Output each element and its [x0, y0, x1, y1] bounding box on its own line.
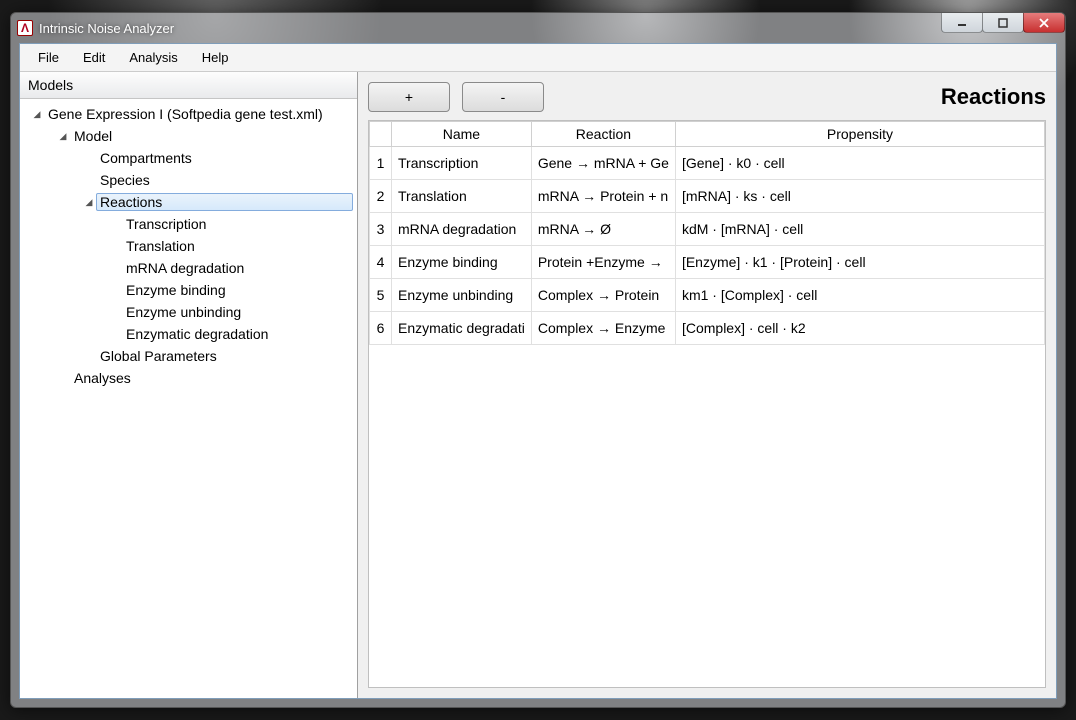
tree-model[interactable]: ◢ Model — [24, 125, 353, 147]
table-row[interactable]: 1TranscriptionGene → mRNA + Ge[Gene] · k… — [370, 147, 1045, 180]
close-button[interactable] — [1023, 13, 1065, 33]
main-panel: + - Reactions Name Reaction Propensity — [358, 72, 1056, 698]
row-number: 2 — [370, 180, 392, 213]
tree-label: Transcription — [122, 215, 210, 233]
tree-analyses[interactable]: Analyses — [24, 367, 353, 389]
cell-propensity[interactable]: [Enzyme] · k1 · [Protein] · cell — [675, 246, 1044, 279]
cell-reaction[interactable]: Complex → Protein — [531, 279, 675, 312]
tree-compartments[interactable]: Compartments — [24, 147, 353, 169]
row-number: 4 — [370, 246, 392, 279]
cell-name[interactable]: Enzyme binding — [392, 246, 532, 279]
collapse-icon[interactable]: ◢ — [56, 131, 70, 142]
cell-reaction[interactable]: Gene → mRNA + Ge — [531, 147, 675, 180]
collapse-icon[interactable]: ◢ — [82, 197, 96, 208]
table-row[interactable]: 3mRNA degradationmRNA → ØkdM · [mRNA] · … — [370, 213, 1045, 246]
tree-reaction-item[interactable]: Enzymatic degradation — [24, 323, 353, 345]
cell-name[interactable]: Enzymatic degradati — [392, 312, 532, 345]
cell-reaction[interactable]: Complex → Enzyme — [531, 312, 675, 345]
cell-propensity[interactable]: km1 · [Complex] · cell — [675, 279, 1044, 312]
table-row[interactable]: 4Enzyme bindingProtein +Enzyme →[Enzyme]… — [370, 246, 1045, 279]
main-header: + - Reactions — [368, 82, 1046, 112]
cell-name[interactable]: mRNA degradation — [392, 213, 532, 246]
model-tree[interactable]: ◢ Gene Expression I (Softpedia gene test… — [20, 99, 357, 698]
tree-root[interactable]: ◢ Gene Expression I (Softpedia gene test… — [24, 103, 353, 125]
cell-propensity[interactable]: kdM · [mRNA] · cell — [675, 213, 1044, 246]
maximize-icon — [998, 18, 1008, 28]
window-title: Intrinsic Noise Analyzer — [39, 21, 174, 36]
tree-label: Analyses — [70, 369, 135, 387]
tree-reaction-item[interactable]: Enzyme unbinding — [24, 301, 353, 323]
menu-bar: File Edit Analysis Help — [20, 44, 1056, 72]
cell-propensity[interactable]: [Complex] · cell · k2 — [675, 312, 1044, 345]
row-number: 1 — [370, 147, 392, 180]
tree-reaction-item[interactable]: Enzyme binding — [24, 279, 353, 301]
minimize-button[interactable] — [941, 13, 983, 33]
row-number: 5 — [370, 279, 392, 312]
side-panel: Models ◢ Gene Expression I (Softpedia ge… — [20, 72, 358, 698]
tree-label: Enzymatic degradation — [122, 325, 272, 343]
close-icon — [1039, 18, 1049, 28]
cell-propensity[interactable]: [mRNA] · ks · cell — [675, 180, 1044, 213]
table-row[interactable]: 2TranslationmRNA → Protein + n[mRNA] · k… — [370, 180, 1045, 213]
client-area: File Edit Analysis Help Models ◢ Gene Ex… — [19, 43, 1057, 699]
tree-label: Model — [70, 127, 116, 145]
app-icon: Λ — [17, 20, 33, 36]
tree-label: Compartments — [96, 149, 196, 167]
tree-reaction-item[interactable]: mRNA degradation — [24, 257, 353, 279]
tree-label: mRNA degradation — [122, 259, 248, 277]
cell-reaction[interactable]: Protein +Enzyme → — [531, 246, 675, 279]
col-propensity[interactable]: Propensity — [675, 122, 1044, 147]
row-number: 3 — [370, 213, 392, 246]
minimize-icon — [957, 18, 967, 28]
cell-name[interactable]: Translation — [392, 180, 532, 213]
title-bar[interactable]: Λ Intrinsic Noise Analyzer — [11, 13, 1065, 43]
cell-name[interactable]: Enzyme unbinding — [392, 279, 532, 312]
page-title: Reactions — [941, 84, 1046, 110]
tree-reactions[interactable]: ◢ Reactions — [24, 191, 353, 213]
add-button[interactable]: + — [368, 82, 450, 112]
app-window: Λ Intrinsic Noise Analyzer File Edit Ana… — [10, 12, 1066, 708]
remove-button[interactable]: - — [462, 82, 544, 112]
collapse-icon[interactable]: ◢ — [30, 109, 44, 120]
cell-name[interactable]: Transcription — [392, 147, 532, 180]
corner-header — [370, 122, 392, 147]
menu-analysis[interactable]: Analysis — [117, 46, 189, 69]
tree-reaction-item[interactable]: Transcription — [24, 213, 353, 235]
reactions-table[interactable]: Name Reaction Propensity 1TranscriptionG… — [369, 121, 1045, 345]
tree-globals[interactable]: Global Parameters — [24, 345, 353, 367]
tree-reaction-item[interactable]: Translation — [24, 235, 353, 257]
menu-help[interactable]: Help — [190, 46, 241, 69]
tree-label: Translation — [122, 237, 199, 255]
tree-label: Species — [96, 171, 154, 189]
tree-label: Enzyme binding — [122, 281, 230, 299]
menu-edit[interactable]: Edit — [71, 46, 117, 69]
tree-label: Reactions — [96, 193, 353, 211]
tree-label: Gene Expression I (Softpedia gene test.x… — [44, 105, 327, 123]
col-name[interactable]: Name — [392, 122, 532, 147]
table-row[interactable]: 5Enzyme unbindingComplex → Protein km1 ·… — [370, 279, 1045, 312]
menu-file[interactable]: File — [26, 46, 71, 69]
cell-reaction[interactable]: mRNA → Protein + n — [531, 180, 675, 213]
cell-propensity[interactable]: [Gene] · k0 · cell — [675, 147, 1044, 180]
tree-label: Enzyme unbinding — [122, 303, 245, 321]
row-number: 6 — [370, 312, 392, 345]
tree-label: Global Parameters — [96, 347, 221, 365]
table-row[interactable]: 6Enzymatic degradatiComplex → Enzyme[Com… — [370, 312, 1045, 345]
reactions-table-container: Name Reaction Propensity 1TranscriptionG… — [368, 120, 1046, 688]
maximize-button[interactable] — [982, 13, 1024, 33]
cell-reaction[interactable]: mRNA → Ø — [531, 213, 675, 246]
side-panel-title: Models — [20, 72, 357, 99]
col-reaction[interactable]: Reaction — [531, 122, 675, 147]
tree-species[interactable]: Species — [24, 169, 353, 191]
